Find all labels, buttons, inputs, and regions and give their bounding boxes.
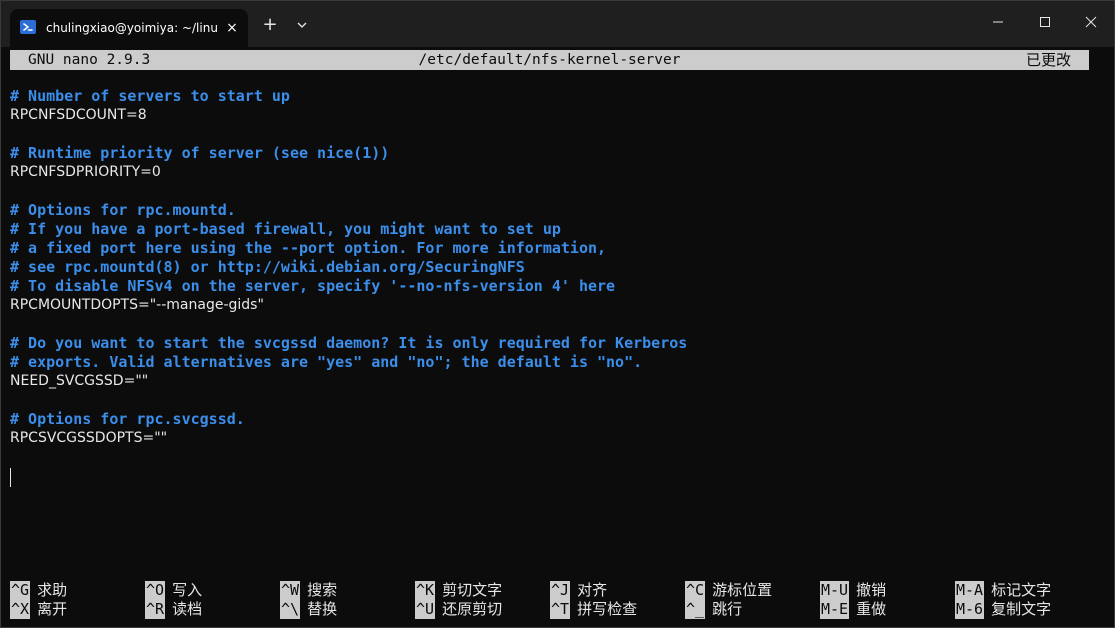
shortcut-key: ^\ bbox=[280, 600, 301, 619]
terminal-area[interactable]: GNU nano 2.9.3 /etc/default/nfs-kernel-s… bbox=[1, 47, 1114, 627]
shortcut-item: ^W 搜索 bbox=[280, 581, 337, 600]
shortcut-label: 读档 bbox=[172, 600, 203, 618]
shortcut-label: 求助 bbox=[37, 581, 68, 599]
title-bar[interactable]: chulingxiao@yoimiya: ~/linux × + bbox=[1, 1, 1114, 47]
comment-line: # exports. Valid alternatives are "yes" … bbox=[10, 353, 643, 371]
shortcut-label: 剪切文字 bbox=[442, 581, 503, 599]
nano-modified-status: 已更改 bbox=[1025, 51, 1071, 69]
shortcut-label: 对齐 bbox=[577, 581, 608, 599]
shortcut-label: 撤销 bbox=[856, 581, 887, 599]
shortcut-label: 复制文字 bbox=[991, 600, 1052, 618]
shortcut-item: M-U 撤销 bbox=[820, 581, 886, 600]
shortcut-key: M-U bbox=[820, 581, 850, 600]
shortcut-item: ^\ 替换 bbox=[280, 600, 337, 619]
shortcut-bar: ^G 求助 ^X 离开 ^O 写入 ^R 读档 ^W 搜索 ^\ 替换 ^K 剪切文字 ^U 还原剪切 ^J 对齐… bbox=[10, 581, 1110, 621]
nano-filename: /etc/default/nfs-kernel-server bbox=[418, 52, 681, 68]
comment-line: # Number of servers to start up bbox=[10, 87, 290, 105]
shortcut-key: ^_ bbox=[685, 600, 706, 619]
shortcut-key: ^X bbox=[10, 600, 31, 619]
shortcut-key: M-6 bbox=[955, 600, 985, 619]
chevron-down-icon[interactable] bbox=[291, 14, 313, 36]
shortcut-item: ^_ 跳行 bbox=[685, 600, 742, 619]
comment-line: # Do you want to start the svcgssd daemo… bbox=[10, 334, 688, 352]
nano-header-bar: GNU nano 2.9.3 /etc/default/nfs-kernel-s… bbox=[10, 50, 1089, 70]
shortcut-item: ^O 写入 bbox=[145, 581, 202, 600]
shortcut-label: 还原剪切 bbox=[442, 600, 503, 618]
new-tab-icon[interactable]: + bbox=[259, 14, 281, 36]
tab-title: chulingxiao@yoimiya: ~/linux bbox=[46, 21, 218, 35]
shortcut-label: 跳行 bbox=[712, 600, 743, 618]
shortcut-label: 重做 bbox=[856, 600, 887, 618]
comment-line: # Runtime priority of server (see nice(1… bbox=[10, 144, 390, 162]
shortcut-key: ^K bbox=[415, 581, 436, 600]
shortcut-item: ^T 拼写检查 bbox=[550, 600, 637, 619]
shortcut-item: M-6 复制文字 bbox=[955, 600, 1051, 619]
terminal-window: chulingxiao@yoimiya: ~/linux × + GNU nan… bbox=[0, 0, 1115, 628]
editor-buffer[interactable]: # Number of servers to start up RPCNFSDCO… bbox=[10, 87, 1090, 448]
code-line: NEED_SVCGSSD="" bbox=[10, 373, 149, 389]
shortcut-key: ^J bbox=[550, 581, 571, 600]
shortcut-key: ^U bbox=[415, 600, 436, 619]
shortcut-item: ^U 还原剪切 bbox=[415, 600, 502, 619]
shortcut-item: M-E 重做 bbox=[820, 600, 886, 619]
close-icon[interactable] bbox=[1068, 1, 1114, 41]
shortcut-item: ^K 剪切文字 bbox=[415, 581, 502, 600]
shortcut-item: ^C 游标位置 bbox=[685, 581, 772, 600]
shortcut-key: ^T bbox=[550, 600, 571, 619]
shortcut-item: ^G 求助 bbox=[10, 581, 67, 600]
comment-line: # Options for rpc.mountd. bbox=[10, 201, 236, 219]
shortcut-key: ^R bbox=[145, 600, 166, 619]
comment-line: # a fixed port here using the --port opt… bbox=[10, 239, 607, 257]
shortcut-label: 搜索 bbox=[307, 581, 338, 599]
shortcut-key: M-A bbox=[955, 581, 985, 600]
comment-line: # see rpc.mountd(8) or http://wiki.debia… bbox=[10, 258, 525, 276]
shortcut-key: ^W bbox=[280, 581, 301, 600]
code-line: RPCMOUNTDOPTS="--manage-gids" bbox=[10, 297, 264, 313]
shortcut-item: ^X 离开 bbox=[10, 600, 67, 619]
comment-line: # Options for rpc.svcgssd. bbox=[10, 410, 245, 428]
shortcut-label: 写入 bbox=[172, 581, 203, 599]
shortcut-item: ^J 对齐 bbox=[550, 581, 607, 600]
shortcut-item: M-A 标记文字 bbox=[955, 581, 1051, 600]
shortcut-label: 拼写检查 bbox=[577, 600, 638, 618]
powershell-icon bbox=[20, 19, 36, 35]
maximize-icon[interactable] bbox=[1022, 1, 1068, 41]
minimize-icon[interactable] bbox=[975, 1, 1021, 41]
comment-line: # To disable NFSv4 on the server, specif… bbox=[10, 277, 616, 295]
shortcut-key: ^G bbox=[10, 581, 31, 600]
shortcut-label: 替换 bbox=[307, 600, 338, 618]
code-line: RPCNFSDPRIORITY=0 bbox=[10, 164, 161, 180]
code-line: RPCNFSDCOUNT=8 bbox=[10, 107, 147, 123]
comment-line: # If you have a port-based firewall, you… bbox=[10, 220, 561, 238]
shortcut-key: ^C bbox=[685, 581, 706, 600]
terminal-tab[interactable]: chulingxiao@yoimiya: ~/linux × bbox=[10, 9, 248, 47]
shortcut-label: 游标位置 bbox=[712, 581, 773, 599]
code-line: RPCSVCGSSDOPTS="" bbox=[10, 430, 168, 446]
shortcut-label: 离开 bbox=[37, 600, 68, 618]
shortcut-label: 标记文字 bbox=[991, 581, 1052, 599]
shortcut-item: ^R 读档 bbox=[145, 600, 202, 619]
shortcut-key: ^O bbox=[145, 581, 166, 600]
tab-close-icon[interactable]: × bbox=[222, 18, 242, 38]
shortcut-key: M-E bbox=[820, 600, 850, 619]
text-cursor bbox=[10, 468, 11, 487]
